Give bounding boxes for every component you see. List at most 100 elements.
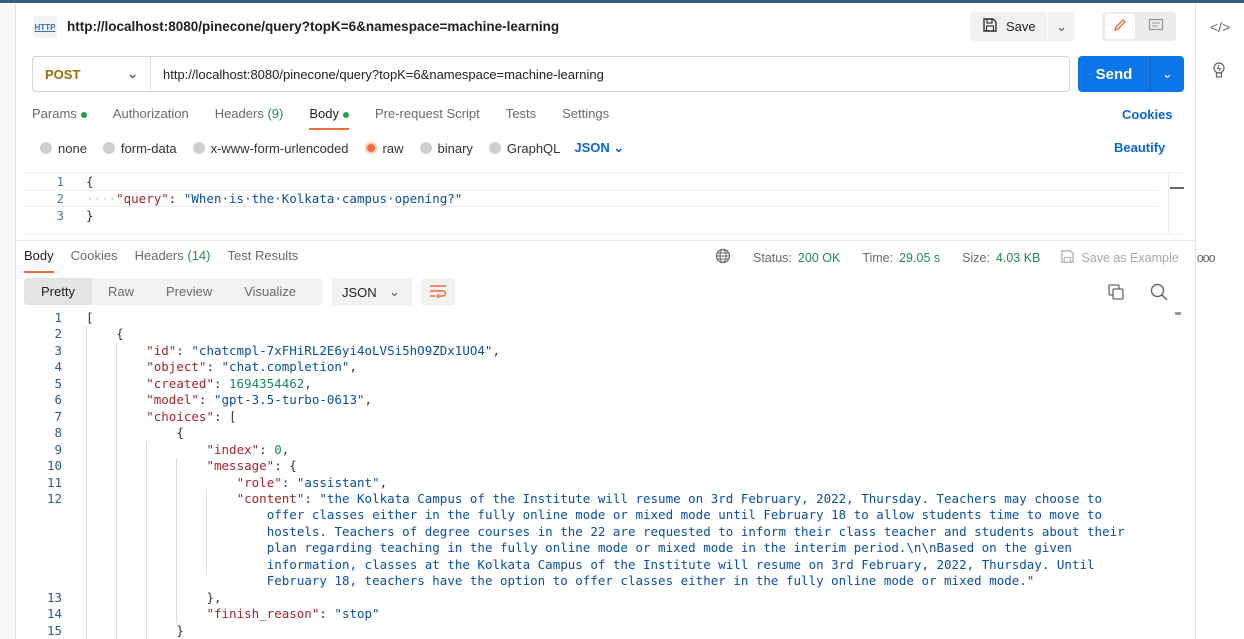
code-line: hostels. Teachers of degree courses in t… (24, 524, 1174, 541)
code-token: : (176, 342, 192, 358)
code-token: } (176, 622, 184, 638)
request-body-editor[interactable]: 1{2 ····"query": "When·is·the·Kolkata·cam… (24, 172, 1184, 235)
globe-icon[interactable] (715, 248, 731, 267)
tab-tests[interactable]: Tests (506, 106, 536, 128)
code-token: : (213, 375, 230, 391)
radio-circle (419, 142, 432, 154)
tab-pre-request-script[interactable]: Pre-request Script (375, 106, 480, 128)
search-icon[interactable] (1150, 283, 1168, 304)
save-icon (982, 17, 998, 36)
code-token: "the Kolkata Campus of the Institute wil… (319, 490, 1103, 506)
line-code: "created": 1694354462, (146, 376, 312, 391)
response-scrollbar[interactable] (1175, 312, 1181, 315)
response-body-viewer[interactable]: 1[2{3 "id": "chatcmpl-7xFHiRL2E6yi4oLVSi5… (24, 310, 1184, 639)
code-token: , (304, 375, 312, 391)
save-dropdown-button[interactable]: ⌄ (1048, 12, 1075, 41)
code-token: : [ (213, 408, 237, 424)
tab-label: Pre-request Script (374, 106, 480, 121)
left-sidebar-edge (0, 3, 16, 639)
line-number: 3 (56, 208, 64, 223)
tab-headers[interactable]: Headers (9) (215, 106, 284, 128)
code-token: "choices" (146, 408, 214, 424)
line-code: "role": "assistant", (237, 475, 388, 490)
send-dropdown-button[interactable]: ⌄ (1150, 56, 1184, 92)
code-snippet-icon[interactable]: </> (1210, 19, 1230, 35)
time-value[interactable]: 29.05 s (899, 251, 940, 265)
chevron-down-icon: ⌄ (1056, 18, 1067, 34)
line-code: hostels. Teachers of degree courses in t… (267, 524, 1125, 539)
editor-line[interactable]: 1{ (24, 173, 1159, 190)
response-tab-test-results[interactable]: Test Results (228, 248, 299, 270)
response-tab-body[interactable]: Body (24, 248, 54, 273)
wrap-lines-button[interactable] (421, 278, 455, 306)
tab-label: Params (32, 106, 77, 121)
editor-scrollbar[interactable] (1168, 172, 1184, 235)
method-select[interactable]: POST ⌄ (33, 57, 151, 91)
indent-guide (116, 342, 118, 639)
radio-binary[interactable]: binary (419, 141, 473, 156)
code-token: "assistant" (296, 474, 380, 490)
status-value[interactable]: 200 OK (798, 251, 840, 265)
send-button[interactable]: Send ⌄ (1078, 56, 1184, 92)
line-number: 14 (46, 606, 62, 622)
radio-GraphQL[interactable]: GraphQL (488, 141, 560, 156)
code-token: "gpt-3.5-turbo-0613" (213, 392, 365, 408)
radio-x-www-form-urlencoded[interactable]: x-www-form-urlencoded (192, 140, 349, 156)
copy-icon[interactable] (1107, 283, 1125, 304)
tab-body[interactable]: Body (309, 106, 349, 130)
response-tab-headers[interactable]: Headers (14) (135, 248, 211, 270)
code-line: 1[ (24, 310, 1174, 327)
lightbulb-icon[interactable] (1211, 61, 1227, 82)
response-format-select[interactable]: JSON ⌄ (332, 278, 412, 306)
code-token: "chat.completion" (221, 359, 350, 375)
beautify-link[interactable]: Beautify (1114, 140, 1165, 155)
send-label: Send (1095, 65, 1133, 83)
code-token: , (281, 441, 290, 457)
radio-label: x-www-form-urlencoded (210, 140, 349, 156)
code-line: offer classes either in the fully online… (24, 507, 1174, 524)
url-input[interactable]: http://localhost:8080/pinecone/query?top… (151, 67, 604, 82)
tab-params[interactable]: Params (32, 106, 87, 128)
window-top-border (0, 0, 1244, 3)
radio-none[interactable]: none (40, 141, 87, 156)
radio-raw[interactable]: raw (364, 141, 404, 156)
more-options-icon[interactable]: ooo (1197, 251, 1216, 265)
code-token: : (319, 606, 335, 622)
code-token: , (364, 392, 373, 408)
line-code: "finish_reason": "stop" (206, 606, 379, 621)
code-token: 0 (274, 441, 282, 457)
response-tab-cookies[interactable]: Cookies (71, 248, 118, 270)
line-code: "choices": [ (146, 409, 236, 424)
view-visualize[interactable]: Visualize (228, 278, 312, 305)
chevron-down-icon: ⌄ (389, 284, 400, 299)
line-number: 15 (46, 622, 62, 638)
line-code: "index": 0, (206, 442, 289, 457)
editor-line[interactable]: 2 ····"query": "When·is·the·Kolkata·campu… (24, 190, 1159, 207)
body-format-select[interactable]: JSON ⌄ (574, 140, 624, 156)
size-value[interactable]: 4.03 KB (996, 251, 1040, 265)
radio-circle (102, 142, 115, 154)
cookies-link[interactable]: Cookies (1122, 107, 1173, 122)
line-code: { (86, 174, 94, 189)
line-code: }, (206, 590, 221, 605)
line-number: 13 (46, 589, 62, 605)
code-token: : (198, 392, 214, 408)
tab-settings[interactable]: Settings (562, 106, 609, 128)
view-pretty[interactable]: Pretty (24, 278, 92, 305)
line-number: 5 (54, 375, 62, 391)
edit-mode-button[interactable] (1105, 14, 1135, 39)
radio-form-data[interactable]: form-data (102, 141, 177, 156)
view-preview[interactable]: Preview (150, 278, 228, 305)
request-title[interactable]: http://localhost:8080/pinecone/query?top… (67, 19, 559, 34)
comment-mode-button[interactable] (1143, 14, 1169, 39)
view-raw[interactable]: Raw (92, 278, 150, 305)
tab-authorization[interactable]: Authorization (113, 106, 189, 128)
save-button[interactable]: Save (970, 12, 1047, 41)
save-as-example-button[interactable]: Save as Example (1060, 249, 1179, 267)
save-label: Save (1006, 19, 1036, 34)
editor-line[interactable]: 3} (24, 207, 1159, 224)
code-line: 8{ (24, 425, 1174, 442)
time-label: Time: (862, 250, 894, 265)
code-line: 3 "id": "chatcmpl-7xFHiRL2E6yi4oLVSi5hO9Z… (24, 343, 1174, 360)
code-token: "chatcmpl-7xFHiRL2E6yi4oLVSi5hO9ZDx1UO4" (191, 342, 493, 358)
